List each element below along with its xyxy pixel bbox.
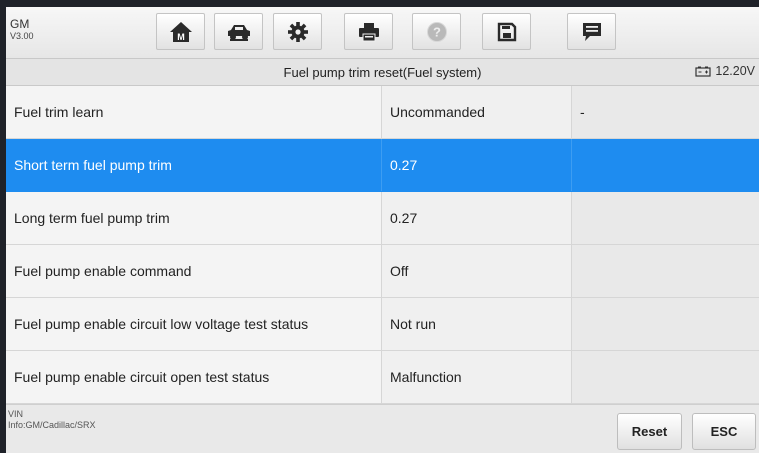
row-unit: [571, 351, 759, 403]
row-value: Malfunction: [381, 351, 571, 403]
row-name: Fuel trim learn: [14, 104, 104, 120]
screen: GM V3.00 M ? Fuel pump trim reset(Fuel s…: [6, 7, 759, 453]
help-button[interactable]: ?: [412, 13, 461, 50]
app-version: V3.00: [10, 31, 34, 41]
table-row[interactable]: Fuel pump enable circuit low voltage tes…: [6, 298, 759, 351]
home-icon: M: [169, 21, 193, 43]
voltage-readout: 12.20V: [715, 64, 755, 78]
svg-text:M: M: [177, 32, 185, 42]
row-unit: -: [571, 86, 759, 138]
row-name: Fuel pump enable circuit low voltage tes…: [14, 316, 309, 332]
table-row[interactable]: Fuel trim learn Uncommanded -: [6, 86, 759, 139]
row-unit: [571, 192, 759, 244]
save-button[interactable]: [482, 13, 531, 50]
print-icon: [358, 22, 380, 42]
svg-text:?: ?: [433, 24, 441, 39]
print-button[interactable]: [344, 13, 393, 50]
row-value: Not run: [381, 298, 571, 350]
app-name: GM: [10, 17, 30, 31]
vehicle-info: Info:GM/Cadillac/SRX: [8, 420, 96, 430]
save-icon: [497, 22, 517, 42]
top-toolbar: GM V3.00 M ?: [6, 7, 759, 59]
esc-button[interactable]: ESC: [692, 413, 756, 450]
row-name: Fuel pump enable command: [14, 263, 192, 279]
table-row[interactable]: Fuel pump enable command Off: [6, 245, 759, 298]
settings-button[interactable]: [273, 13, 322, 50]
settings-icon: [287, 21, 309, 43]
row-unit: [571, 298, 759, 350]
help-icon: ?: [426, 21, 448, 43]
page-title: Fuel pump trim reset(Fuel system): [283, 65, 482, 80]
footer-bar: VIN Info:GM/Cadillac/SRX Reset ESC: [6, 404, 759, 453]
title-bar: Fuel pump trim reset(Fuel system) 12.20V: [6, 59, 759, 86]
row-value: 0.27: [381, 139, 571, 191]
message-icon: [581, 21, 603, 43]
table-row[interactable]: Long term fuel pump trim 0.27: [6, 192, 759, 245]
row-name: Fuel pump enable circuit open test statu…: [14, 369, 270, 385]
vehicle-icon: [226, 21, 252, 43]
battery-status: 12.20V: [695, 64, 755, 78]
battery-icon: [695, 66, 711, 77]
home-button[interactable]: M: [156, 13, 205, 50]
row-unit: [571, 139, 759, 191]
message-button[interactable]: [567, 13, 616, 50]
row-unit: [571, 245, 759, 297]
row-value: Uncommanded: [381, 86, 571, 138]
row-value: 0.27: [381, 192, 571, 244]
row-name: Long term fuel pump trim: [14, 210, 170, 226]
table-row[interactable]: Short term fuel pump trim 0.27: [6, 139, 759, 192]
row-value: Off: [381, 245, 571, 297]
table-row[interactable]: Fuel pump enable circuit open test statu…: [6, 351, 759, 404]
vin-label: VIN: [8, 409, 24, 419]
row-name: Short term fuel pump trim: [6, 139, 381, 191]
vehicle-button[interactable]: [214, 13, 263, 50]
reset-button[interactable]: Reset: [617, 413, 682, 450]
brand: GM V3.00: [10, 18, 34, 42]
